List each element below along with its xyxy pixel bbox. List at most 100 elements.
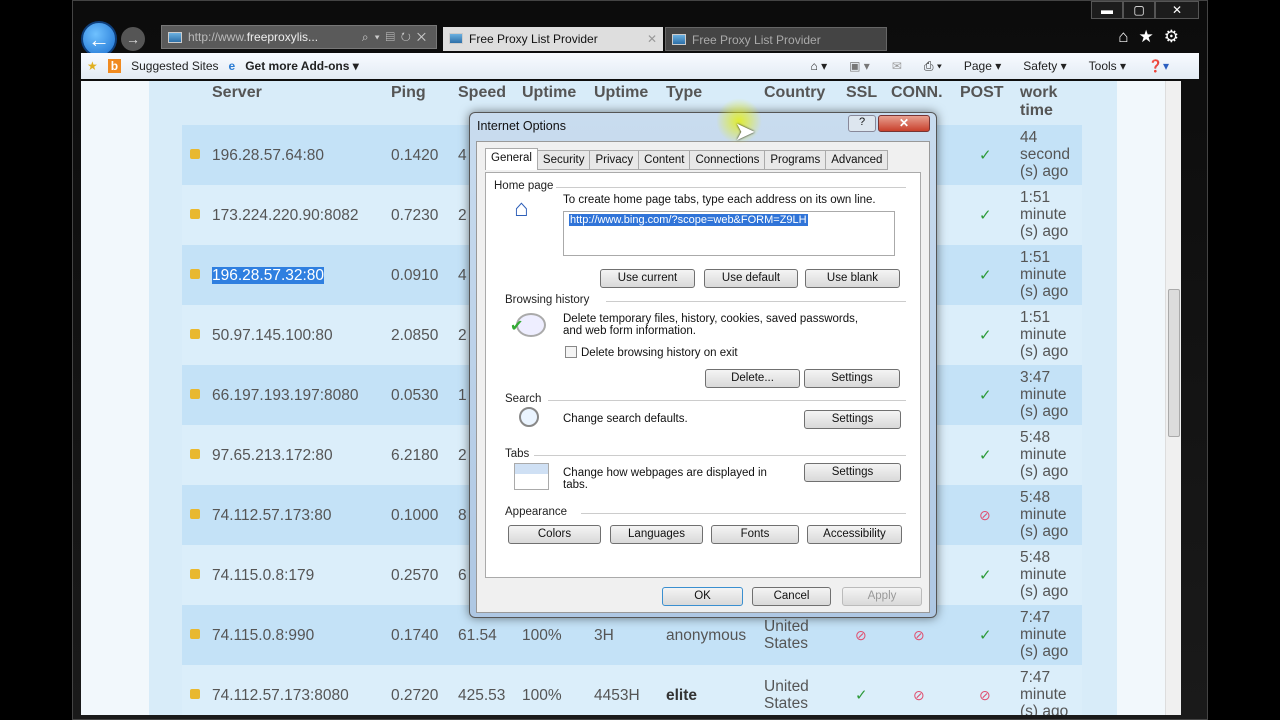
lock-icon [190, 569, 200, 579]
home-page-url: http://www.bing.com/?scope=web&FORM=Z9LH [569, 214, 808, 226]
cell-speed: 1 [458, 387, 467, 404]
favorites-bar: ★ b Suggested Sites e Get more Add-ons ▾… [81, 53, 1199, 79]
address-bar[interactable]: http://www.freeproxylis... ⌕▾▤↻✕ [161, 25, 437, 49]
lock-icon [190, 389, 200, 399]
use-default-button[interactable]: Use default [704, 269, 798, 288]
cell-ping: 0.1420 [391, 147, 439, 164]
colors-button[interactable]: Colors [508, 525, 601, 544]
search-refresh-stop-icons[interactable]: ⌕▾▤↻✕ [362, 26, 432, 48]
delete-history-button[interactable]: Delete... [705, 369, 800, 388]
search-settings-button[interactable]: Settings [804, 410, 901, 429]
tab-advanced[interactable]: Advanced [826, 150, 889, 170]
help-button[interactable]: ? [848, 115, 876, 132]
cell-speed: 2 [458, 327, 467, 344]
cell-ping: 0.1000 [391, 507, 439, 524]
header-speed[interactable]: Speed [458, 84, 506, 102]
apply-button[interactable]: Apply [842, 587, 922, 606]
home-page-input[interactable]: http://www.bing.com/?scope=web&FORM=Z9LH [563, 211, 895, 256]
tab-privacy[interactable]: Privacy [590, 150, 640, 170]
tab-active[interactable]: Free Proxy List Provider ✕ [443, 27, 663, 51]
cell-uptime2: 3H [594, 627, 614, 644]
post-check-icon: ✓ [979, 567, 992, 584]
search-magnifier-icon [519, 407, 539, 427]
header-conn[interactable]: CONN. [891, 84, 943, 102]
internet-options-dialog: Internet Options ? ✕ General Security Pr… [469, 112, 937, 618]
cancel-button[interactable]: Cancel [752, 587, 831, 606]
vertical-scrollbar[interactable] [1165, 81, 1181, 715]
header-ssl[interactable]: SSL [846, 84, 877, 102]
header-work[interactable]: work [1020, 84, 1057, 102]
header-server[interactable]: Server [212, 84, 262, 102]
header-uptime-2[interactable]: Uptime [594, 84, 648, 102]
close-tab-icon[interactable]: ✕ [647, 27, 657, 51]
use-blank-button[interactable]: Use blank [805, 269, 900, 288]
tools-menu[interactable]: Tools ▾ [1089, 59, 1126, 73]
back-button[interactable]: ← [81, 21, 117, 57]
cell-speed: 2 [458, 207, 467, 224]
window-controls: ▬ ▢ ✕ [1091, 1, 1199, 19]
cell-ping: 0.2570 [391, 567, 439, 584]
fonts-button[interactable]: Fonts [711, 525, 799, 544]
tab-favicon [449, 33, 463, 44]
header-time[interactable]: time [1020, 102, 1053, 120]
use-current-button[interactable]: Use current [600, 269, 695, 288]
favorites-star-icon[interactable]: ★ [87, 59, 98, 73]
post-check-icon: ✓ [979, 327, 992, 344]
tab-security[interactable]: Security [537, 150, 591, 170]
post-blocked-icon: ⊘ [979, 507, 991, 523]
safety-menu[interactable]: Safety ▾ [1023, 59, 1066, 73]
tab-inactive[interactable]: Free Proxy List Provider [665, 27, 887, 51]
get-addons-link[interactable]: Get more Add-ons ▾ [245, 59, 359, 73]
minimize-button[interactable]: ▬ [1091, 1, 1123, 19]
suggested-sites-link[interactable]: Suggested Sites [131, 59, 218, 73]
cell-work-time: 7:47 minute (s) ago [1020, 609, 1069, 660]
accessibility-button[interactable]: Accessibility [807, 525, 902, 544]
cell-server: 74.112.57.173:8080 [212, 687, 349, 704]
home-icon[interactable]: ⌂ ▾ [811, 59, 828, 73]
post-check-icon: ✓ [979, 627, 992, 644]
cell-country: United States [764, 618, 809, 652]
ok-button[interactable]: OK [662, 587, 743, 606]
home-favorites-tools-icons[interactable]: ⌂★⚙ [1118, 27, 1189, 47]
cell-server: 74.112.57.173:80 [212, 507, 332, 524]
delete-on-exit-checkbox[interactable] [565, 346, 577, 358]
header-ping[interactable]: Ping [391, 84, 426, 102]
mail-icon[interactable]: ✉ [892, 59, 902, 73]
cell-server: 173.224.220.90:8082 [212, 207, 359, 224]
tabs-description-1: Change how webpages are displayed in [563, 467, 767, 479]
header-type[interactable]: Type [666, 84, 702, 102]
cell-type: anonymous [666, 627, 747, 644]
tabs-description-2: tabs. [563, 479, 588, 491]
delete-on-exit-label[interactable]: Delete browsing history on exit [581, 347, 738, 359]
cell-speed: 2 [458, 447, 467, 464]
header-post[interactable]: POST [960, 84, 1004, 102]
post-check-icon: ✓ [979, 207, 992, 224]
forward-button[interactable]: → [121, 27, 145, 51]
scrollbar-thumb[interactable] [1168, 289, 1180, 437]
close-window-button[interactable]: ✕ [1155, 1, 1199, 19]
page-menu[interactable]: Page ▾ [964, 59, 1001, 73]
header-country[interactable]: Country [764, 84, 825, 102]
print-icon[interactable]: ⎙ ▾ [924, 59, 942, 74]
search-description: Change search defaults. [563, 413, 688, 425]
help-icon[interactable]: ❓▾ [1148, 59, 1169, 73]
tabs-icon [514, 463, 549, 490]
tab-connections[interactable]: Connections [690, 150, 766, 170]
feeds-icon[interactable]: ▣ ▾ [849, 59, 870, 73]
tab-general[interactable]: General [485, 148, 538, 170]
table-row[interactable]: 74.112.57.173:8080 0.2720 425.53 100% 4453H e… [182, 665, 1082, 715]
lock-icon [190, 269, 200, 279]
home-icon: ⌂ [514, 195, 529, 222]
languages-button[interactable]: Languages [610, 525, 703, 544]
history-settings-button[interactable]: Settings [804, 369, 900, 388]
tab-content[interactable]: Content [639, 150, 691, 170]
cell-uptime: 100% [522, 687, 562, 704]
cell-ping: 0.7230 [391, 207, 439, 224]
maximize-button[interactable]: ▢ [1123, 1, 1155, 19]
header-uptime[interactable]: Uptime [522, 84, 576, 102]
dialog-tabs: General Security Privacy Content Connect… [485, 148, 889, 170]
close-dialog-button[interactable]: ✕ [878, 115, 930, 132]
tabs-settings-button[interactable]: Settings [804, 463, 901, 482]
tab-programs[interactable]: Programs [765, 150, 827, 170]
cell-uptime2: 4453H [594, 687, 640, 704]
